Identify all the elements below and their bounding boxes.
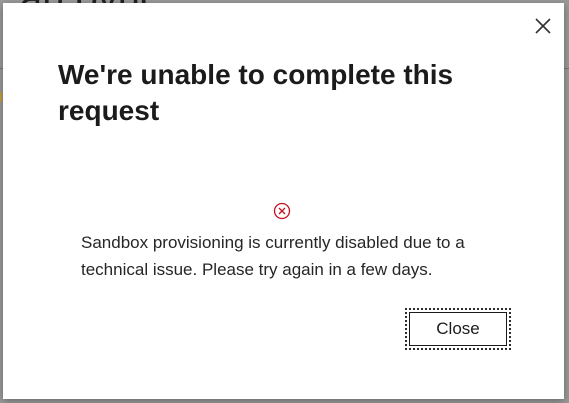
screen: an ovuc We're unable to complete this re… <box>0 0 569 403</box>
dialog-title: We're unable to complete this request <box>58 59 454 126</box>
error-dialog: We're unable to complete this request Sa… <box>3 3 564 399</box>
close-button[interactable]: Close <box>405 308 511 350</box>
dialog-close-x-button[interactable] <box>530 13 556 39</box>
error-message: Sandbox provisioning is currently disabl… <box>81 233 465 279</box>
background-accent <box>0 92 2 102</box>
close-icon <box>535 18 551 34</box>
error-icon <box>273 202 291 220</box>
